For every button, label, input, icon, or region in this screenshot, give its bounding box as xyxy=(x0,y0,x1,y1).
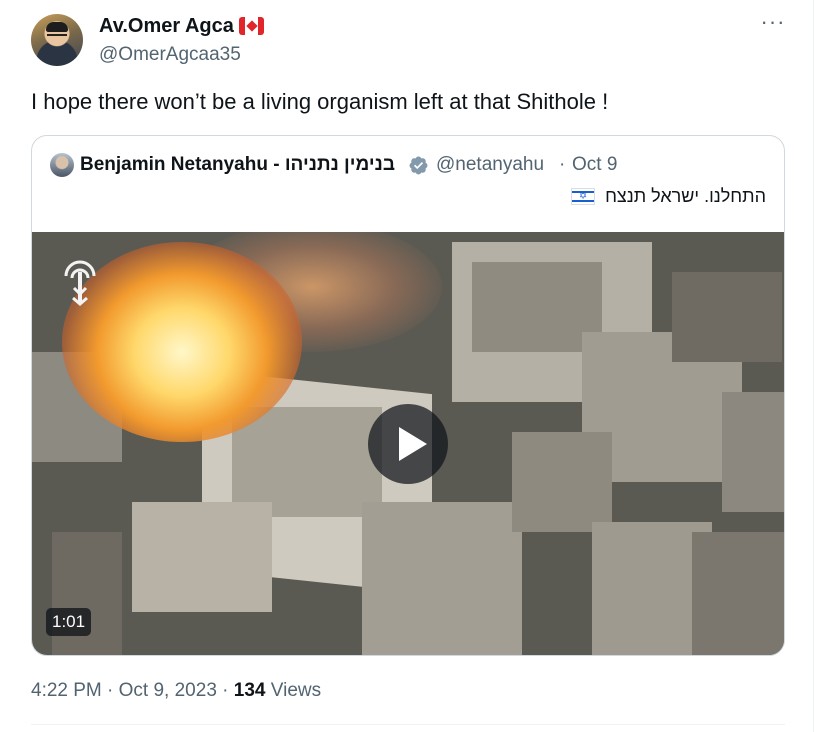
quoted-tweet[interactable]: Benjamin Netanyahu - בנימין נתניהו @neta… xyxy=(31,135,785,656)
building xyxy=(512,432,612,532)
building xyxy=(52,532,122,655)
author-handle[interactable]: @OmerAgcaa35 xyxy=(99,44,241,66)
building xyxy=(672,272,782,362)
more-horizontal-icon[interactable]: ··· xyxy=(760,11,786,39)
quoted-author-display-name[interactable]: Benjamin Netanyahu - בנימין נתניהו xyxy=(80,154,395,176)
israel-flag-icon xyxy=(571,188,596,205)
quoted-author-avatar[interactable] xyxy=(50,153,74,177)
canada-flag-icon xyxy=(239,17,264,35)
quoted-date[interactable]: Oct 9 xyxy=(572,154,617,176)
video-duration: 1:01 xyxy=(46,608,92,636)
avatar-hair xyxy=(46,22,68,32)
video-thumbnail[interactable]: 1:01 xyxy=(32,232,784,655)
tweet-card: Av.Omer Agca @OmerAgcaa35 ··· I hope the… xyxy=(0,0,814,732)
building xyxy=(232,407,382,517)
meta-separator: · xyxy=(222,680,229,701)
quoted-author-handle[interactable]: @netanyahu xyxy=(436,154,544,176)
tweet-meta: 4:22 PM · Oct 9, 2023 · 134 Views xyxy=(31,680,321,702)
building xyxy=(362,502,522,655)
tweet-text: I hope there won’t be a living organism … xyxy=(31,89,609,114)
idf-logo-icon xyxy=(64,260,96,306)
views-count: 134 xyxy=(233,680,266,701)
tweet-date[interactable]: Oct 9, 2023 xyxy=(119,680,217,701)
quoted-text: התחלנו. ישראל תנצח xyxy=(605,186,766,206)
author-display-name[interactable]: Av.Omer Agca xyxy=(99,15,234,38)
building xyxy=(132,502,272,612)
quoted-separator: · xyxy=(559,154,566,175)
play-button[interactable] xyxy=(368,404,448,484)
views-label: Views xyxy=(270,680,322,701)
divider xyxy=(31,724,785,725)
meta-separator: · xyxy=(107,680,114,701)
avatar-glasses xyxy=(47,34,67,38)
author-avatar[interactable] xyxy=(31,14,83,66)
tweet-time[interactable]: 4:22 PM xyxy=(31,680,102,701)
play-icon xyxy=(399,427,427,461)
verified-badge-icon xyxy=(409,156,428,175)
building xyxy=(722,392,784,512)
quoted-text-row: התחלנו. ישראל תנצח xyxy=(571,186,766,207)
building xyxy=(692,532,784,655)
